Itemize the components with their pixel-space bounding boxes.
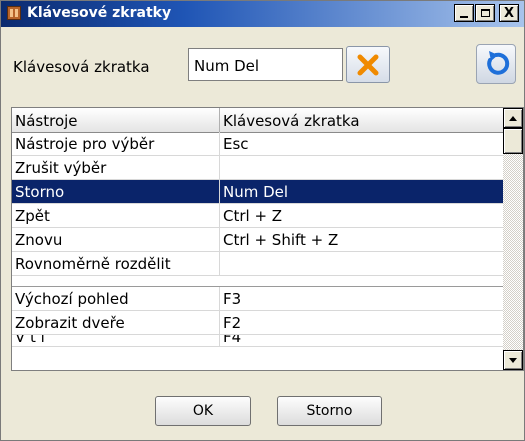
shortcut-cell: [220, 156, 503, 179]
tool-cell: V t l: [12, 335, 220, 346]
shortcut-label: Klávesová zkratka: [13, 58, 150, 76]
tool-cell: Rovnoměrně rozdělit: [12, 252, 220, 275]
tool-cell: Zobrazit dveře: [12, 311, 220, 334]
tool-cell: Znovu: [12, 228, 220, 251]
tool-cell: Zpět: [12, 204, 220, 227]
table-row[interactable]: Zpět Ctrl + Z: [12, 204, 503, 228]
tool-cell: Zrušit výběr: [12, 156, 220, 179]
table-row[interactable]: Rovnoměrně rozdělit: [12, 252, 503, 276]
scroll-down-button[interactable]: [503, 350, 523, 370]
clear-shortcut-button[interactable]: [346, 46, 390, 83]
app-icon: [7, 6, 21, 20]
table-row[interactable]: Výchozí pohled F3: [12, 287, 503, 311]
shortcut-cell: Ctrl + Shift + Z: [223, 231, 339, 249]
table-header: Nástroje Klávesová zkratka: [12, 108, 503, 133]
cancel-button[interactable]: Storno: [277, 396, 382, 426]
shortcut-cell: Num Del: [223, 183, 289, 201]
shortcut-input[interactable]: Num Del: [188, 48, 343, 81]
minimize-icon: [460, 16, 468, 18]
arrow-down-icon: [509, 357, 517, 363]
column-header-tools[interactable]: Nástroje: [12, 108, 220, 132]
table-row-selected[interactable]: Storno Num Del: [12, 180, 503, 204]
scroll-up-button[interactable]: [503, 108, 523, 128]
shortcut-cell: Esc: [223, 135, 249, 153]
tool-cell: Nástroje pro výběr: [12, 132, 220, 155]
shortcut-cell: F3: [223, 290, 242, 308]
shortcut-cell: Ctrl + Z: [223, 207, 283, 225]
shortcuts-table: Nástroje Klávesová zkratka Nástroje pro …: [11, 107, 524, 371]
tool-cell: Storno: [12, 180, 220, 203]
shortcuts-dialog: Klávesové zkratky X Klávesová zkratka Nu…: [0, 0, 525, 441]
shortcut-cell: F4: [223, 335, 242, 346]
table-gap: [12, 276, 503, 287]
column-header-shortcut[interactable]: Klávesová zkratka: [220, 108, 503, 132]
vertical-scrollbar[interactable]: [503, 108, 523, 370]
tool-cell: Výchozí pohled: [12, 287, 220, 310]
close-button[interactable]: X: [499, 4, 519, 22]
table-row-partial[interactable]: V t l F4: [12, 335, 503, 347]
table-row[interactable]: Zobrazit dveře F2: [12, 311, 503, 335]
clear-x-icon: [357, 54, 379, 75]
maximize-button[interactable]: [475, 4, 495, 22]
close-icon: X: [503, 5, 515, 21]
ok-button[interactable]: OK: [155, 396, 251, 426]
table-row[interactable]: Zrušit výběr: [12, 156, 503, 180]
shortcut-cell: [220, 252, 503, 275]
title-bar[interactable]: Klávesové zkratky X: [1, 1, 524, 27]
maximize-icon: [480, 9, 490, 17]
table-row[interactable]: Znovu Ctrl + Shift + Z: [12, 228, 503, 252]
window-title: Klávesové zkratky: [27, 5, 172, 21]
reset-shortcut-button[interactable]: [476, 44, 516, 84]
table-row[interactable]: Nástroje pro výběr Esc: [12, 132, 503, 156]
scroll-thumb[interactable]: [503, 128, 523, 154]
reset-undo-icon: [487, 51, 510, 75]
arrow-up-icon: [509, 115, 517, 121]
shortcut-cell: F2: [223, 314, 242, 332]
minimize-button[interactable]: [454, 4, 474, 22]
